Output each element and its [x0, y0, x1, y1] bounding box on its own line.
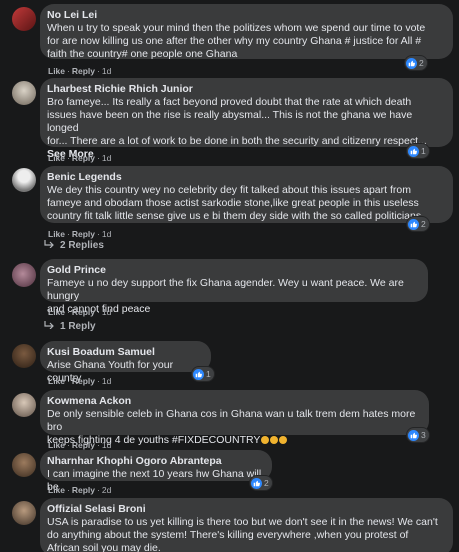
comment-bubble: Kusi Boadum Samuel Arise Ghana Youth for…	[40, 341, 211, 384]
reply-button[interactable]: Reply	[72, 485, 95, 495]
like-button[interactable]: Like	[48, 376, 65, 386]
reply-arrow-icon	[44, 240, 54, 251]
avatar[interactable]	[12, 453, 36, 477]
comment-text: We dey this country wey no celebrity dey…	[47, 184, 422, 222]
comment-bubble: Gold Prince Fameye u no dey support the …	[40, 259, 428, 315]
like-button[interactable]: Like	[48, 485, 65, 495]
thumbs-up-icon	[408, 429, 419, 441]
reply-button[interactable]: Reply	[72, 440, 95, 450]
comment-actions: Like · Reply · 1d	[48, 229, 112, 239]
comment-bubble: Kowmena Ackon De only sensible celeb in …	[40, 390, 429, 446]
reply-button[interactable]: Reply	[72, 307, 95, 317]
like-button[interactable]: Like	[48, 440, 65, 450]
comment-actions: Like · Reply · 1d	[48, 153, 112, 163]
comment-actions: Like · Reply · 1d	[48, 440, 112, 450]
comment-actions: Like · Reply · 2d	[48, 485, 112, 495]
reaction-count[interactable]: 1	[407, 144, 429, 158]
timestamp[interactable]: 1d	[102, 66, 111, 76]
reply-arrow-icon	[44, 321, 54, 332]
timestamp[interactable]: 1d	[102, 440, 111, 450]
reaction-number: 3	[421, 430, 426, 440]
comment-author[interactable]: Lharbest Richie Rhich Junior	[47, 83, 445, 96]
reaction-number: 1	[206, 369, 211, 379]
comment-text: USA is paradise to us yet killing is the…	[47, 516, 438, 552]
comment-author[interactable]: Gold Prince	[47, 264, 420, 277]
comment-bubble: Benic Legends We dey this country wey no…	[40, 166, 453, 223]
timestamp[interactable]: 1d	[102, 376, 111, 386]
thumbs-up-icon	[251, 477, 262, 489]
avatar[interactable]	[12, 81, 36, 105]
thumbs-up-icon	[408, 218, 419, 230]
comment-bubble: Offizial Selasi Broni USA is paradise to…	[40, 498, 453, 552]
comment-author[interactable]: No Lei Lei	[47, 9, 445, 22]
comment-actions: Like · Reply · 1d	[48, 376, 112, 386]
comment-author[interactable]: Offizial Selasi Broni	[47, 503, 445, 516]
fist-emoji-icon	[261, 436, 270, 444]
comment-text: When u try to speak your mind then the p…	[47, 22, 426, 60]
replies-count: 2 Replies	[60, 240, 104, 251]
like-button[interactable]: Like	[48, 66, 65, 76]
comment-bubble: Nharnhar Khophi Ogoro Abrantepa I can im…	[40, 450, 272, 493]
timestamp[interactable]: 1d	[102, 153, 111, 163]
reply-button[interactable]: Reply	[72, 153, 95, 163]
reaction-count[interactable]: 2	[250, 476, 272, 490]
comment-author[interactable]: Nharnhar Khophi Ogoro Abrantepa	[47, 455, 264, 468]
reaction-count[interactable]: 2	[407, 217, 429, 231]
comment-author[interactable]: Kowmena Ackon	[47, 395, 421, 408]
like-button[interactable]: Like	[48, 153, 65, 163]
thumbs-up-icon	[406, 57, 417, 69]
comment-author[interactable]: Benic Legends	[47, 171, 445, 184]
reaction-number: 1	[421, 146, 426, 156]
comment-bubble: Lharbest Richie Rhich Junior Bro fameye.…	[40, 78, 453, 160]
timestamp[interactable]: 1d	[102, 229, 111, 239]
reaction-number: 2	[421, 219, 426, 229]
view-replies-link[interactable]: 2 Replies	[44, 240, 104, 251]
reaction-count[interactable]: 2	[405, 56, 427, 70]
timestamp[interactable]: 2d	[102, 485, 111, 495]
comment-bubble: No Lei Lei When u try to speak your mind…	[40, 4, 453, 60]
comment-text: Bro fameye... Its really a fact beyond p…	[47, 96, 427, 147]
avatar[interactable]	[12, 393, 36, 417]
reaction-count[interactable]: 3	[407, 428, 429, 442]
timestamp[interactable]: 1d	[102, 307, 111, 317]
thumbs-up-icon	[193, 368, 204, 380]
avatar[interactable]	[12, 344, 36, 368]
view-replies-link[interactable]: 1 Reply	[44, 321, 96, 332]
avatar[interactable]	[12, 501, 36, 525]
reply-button[interactable]: Reply	[72, 229, 95, 239]
like-button[interactable]: Like	[48, 307, 65, 317]
thumbs-up-icon	[408, 145, 419, 157]
comment-actions: Like · Reply · 1d	[48, 66, 112, 76]
fist-emoji-icon	[279, 436, 288, 444]
avatar[interactable]	[12, 7, 36, 31]
reaction-count[interactable]: 1	[192, 367, 214, 381]
fist-emoji-icon	[270, 436, 279, 444]
reply-button[interactable]: Reply	[72, 376, 95, 386]
avatar[interactable]	[12, 168, 36, 192]
replies-count: 1 Reply	[60, 321, 96, 332]
avatar[interactable]	[12, 263, 36, 287]
comment-actions: Like · Reply · 1d	[48, 307, 112, 317]
reply-button[interactable]: Reply	[72, 66, 95, 76]
like-button[interactable]: Like	[48, 229, 65, 239]
comment-author[interactable]: Kusi Boadum Samuel	[47, 346, 203, 359]
reaction-number: 2	[264, 478, 269, 488]
reaction-number: 2	[419, 58, 424, 68]
